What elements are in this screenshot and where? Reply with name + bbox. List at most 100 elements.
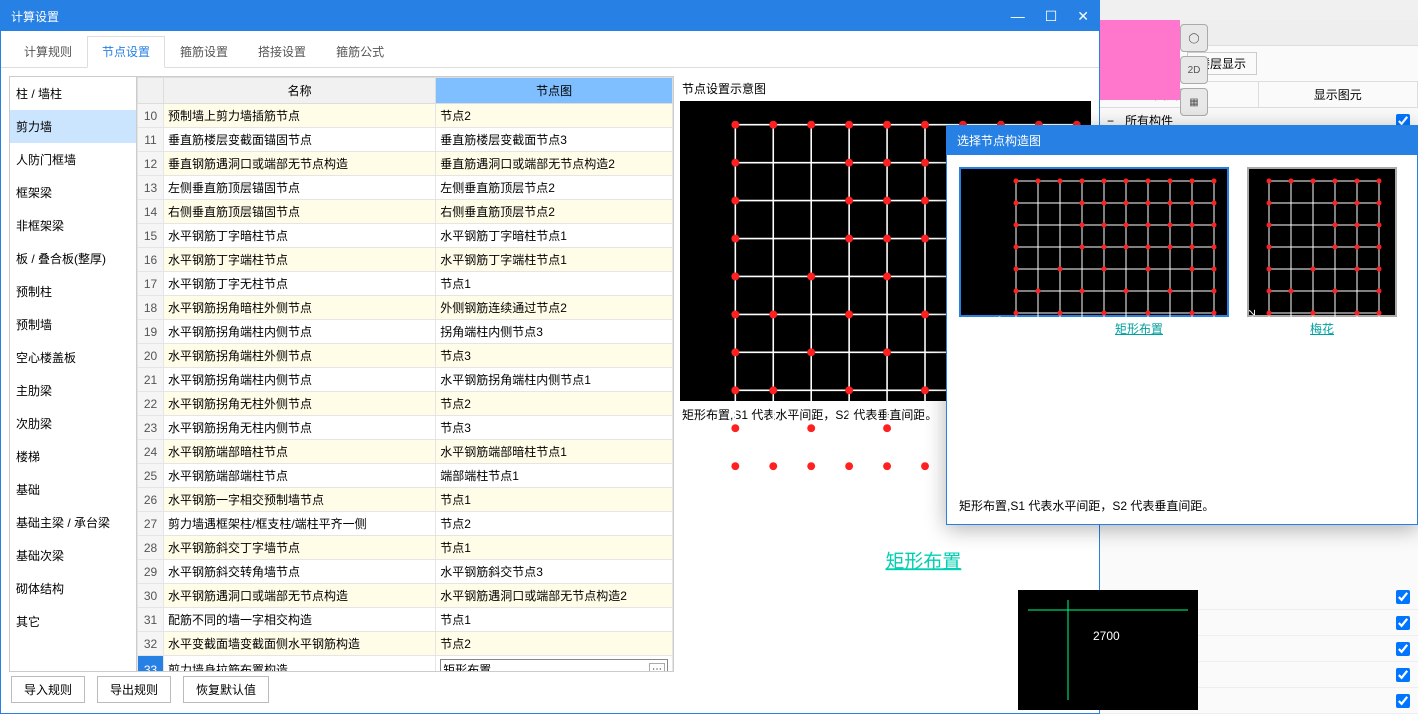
sidebar-item-1[interactable]: 剪力墙 <box>10 110 136 143</box>
row-node[interactable]: 水平钢筋斜交节点3 <box>436 560 673 584</box>
sidebar-item-14[interactable]: 基础次梁 <box>10 539 136 572</box>
minimize-icon[interactable]: — <box>1011 8 1025 25</box>
row-node[interactable]: 节点1 <box>436 608 673 632</box>
sidebar-item-16[interactable]: 其它 <box>10 605 136 638</box>
row-node[interactable]: 水平钢筋丁字暗柱节点1 <box>436 224 673 248</box>
row-name[interactable]: 左侧垂直筋顶层锚固节点 <box>164 176 436 200</box>
sidebar-item-2[interactable]: 人防门框墙 <box>10 143 136 176</box>
table-row[interactable]: 33剪力墙身拉筋布置构造矩形布置⋯ <box>138 656 673 673</box>
import-rule-button[interactable]: 导入规则 <box>11 676 85 703</box>
row-name[interactable]: 水平钢筋丁字端柱节点 <box>164 248 436 272</box>
row-node[interactable]: 节点2 <box>436 392 673 416</box>
restore-default-button[interactable]: 恢复默认值 <box>183 676 269 703</box>
row-name[interactable]: 水平钢筋斜交丁字墙节点 <box>164 536 436 560</box>
option-plum-layout[interactable]: S2S1 梅花 <box>1247 167 1397 337</box>
row-node[interactable]: 端部端柱节点1 <box>436 464 673 488</box>
table-row[interactable]: 27剪力墙遇框架柱/框支柱/端柱平齐一侧节点2 <box>138 512 673 536</box>
table-row[interactable]: 26水平钢筋一字相交预制墙节点节点1 <box>138 488 673 512</box>
row-node[interactable]: 水平钢筋遇洞口或端部无节点构造2 <box>436 584 673 608</box>
dialog-tab-0[interactable]: 计算规则 <box>9 36 87 67</box>
table-row[interactable]: 15水平钢筋丁字暗柱节点水平钢筋丁字暗柱节点1 <box>138 224 673 248</box>
sidebar-item-15[interactable]: 砌体结构 <box>10 572 136 605</box>
sidebar-item-10[interactable]: 次肋梁 <box>10 407 136 440</box>
sidebar-item-8[interactable]: 空心楼盖板 <box>10 341 136 374</box>
table-row[interactable]: 21水平钢筋拐角端柱内侧节点水平钢筋拐角端柱内侧节点1 <box>138 368 673 392</box>
row-name[interactable]: 水平钢筋拐角端柱外侧节点 <box>164 344 436 368</box>
dialog-tab-2[interactable]: 箍筋设置 <box>165 36 243 67</box>
table-row[interactable]: 22水平钢筋拐角无柱外侧节点节点2 <box>138 392 673 416</box>
dialog-tab-4[interactable]: 箍筋公式 <box>321 36 399 67</box>
row-node[interactable]: 拐角端柱内侧节点3 <box>436 320 673 344</box>
sidebar-item-0[interactable]: 柱 / 墙柱 <box>10 77 136 110</box>
maximize-icon[interactable]: ☐ <box>1045 8 1058 25</box>
row-node[interactable]: 节点1 <box>436 272 673 296</box>
sidebar-item-12[interactable]: 基础 <box>10 473 136 506</box>
row-name[interactable]: 水平钢筋拐角无柱外侧节点 <box>164 392 436 416</box>
row-name[interactable]: 水平钢筋遇洞口或端部无节点构造 <box>164 584 436 608</box>
row-name[interactable]: 水平钢筋一字相交预制墙节点 <box>164 488 436 512</box>
row-node[interactable]: 外侧钢筋连续通过节点2 <box>436 296 673 320</box>
table-row[interactable]: 31配筋不同的墙一字相交构造节点1 <box>138 608 673 632</box>
sidebar-item-7[interactable]: 预制墙 <box>10 308 136 341</box>
row-name[interactable]: 水平钢筋斜交转角墙节点 <box>164 560 436 584</box>
sidebar-item-6[interactable]: 预制柱 <box>10 275 136 308</box>
table-row[interactable]: 20水平钢筋拐角端柱外侧节点节点3 <box>138 344 673 368</box>
row-name[interactable]: 剪力墙遇框架柱/框支柱/端柱平齐一侧 <box>164 512 436 536</box>
sidebar-item-4[interactable]: 非框架梁 <box>10 209 136 242</box>
row-node[interactable]: 节点3 <box>436 344 673 368</box>
row-node[interactable]: 水平钢筋拐角端柱内侧节点1 <box>436 368 673 392</box>
row-name[interactable]: 水平钢筋端部暗柱节点 <box>164 440 436 464</box>
view-2d-button[interactable]: 2D <box>1180 56 1208 84</box>
row-node[interactable]: 垂直筋遇洞口或端部无节点构造2 <box>436 152 673 176</box>
row-name[interactable]: 预制墙上剪力墙插筋节点 <box>164 104 436 128</box>
row-name[interactable]: 水平钢筋拐角端柱内侧节点 <box>164 368 436 392</box>
orbit-icon[interactable]: ◯ <box>1180 24 1208 52</box>
row-node[interactable]: 水平钢筋丁字端柱节点1 <box>436 248 673 272</box>
row-node[interactable]: 节点2 <box>436 512 673 536</box>
row-name[interactable]: 水平钢筋丁字暗柱节点 <box>164 224 436 248</box>
row-name[interactable]: 水平钢筋丁字无柱节点 <box>164 272 436 296</box>
sidebar-item-9[interactable]: 主肋梁 <box>10 374 136 407</box>
table-row[interactable]: 12垂直钢筋遇洞口或端部无节点构造垂直筋遇洞口或端部无节点构造2 <box>138 152 673 176</box>
row-name[interactable]: 水平钢筋端部端柱节点 <box>164 464 436 488</box>
layer-checkbox[interactable] <box>1396 590 1410 604</box>
row-name[interactable]: 水平钢筋拐角无柱内侧节点 <box>164 416 436 440</box>
table-row[interactable]: 11垂直筋楼层变截面锚固节点垂直筋楼层变截面节点3 <box>138 128 673 152</box>
table-row[interactable]: 24水平钢筋端部暗柱节点水平钢筋端部暗柱节点1 <box>138 440 673 464</box>
table-row[interactable]: 17水平钢筋丁字无柱节点节点1 <box>138 272 673 296</box>
option-rect-layout[interactable]: SS 矩形布置 <box>959 167 1229 337</box>
export-rule-button[interactable]: 导出规则 <box>97 676 171 703</box>
row-node[interactable]: 水平钢筋端部暗柱节点1 <box>436 440 673 464</box>
row-name[interactable]: 水平钢筋拐角暗柱外侧节点 <box>164 296 436 320</box>
table-row[interactable]: 32水平变截面墙变截面侧水平钢筋构造节点2 <box>138 632 673 656</box>
table-row[interactable]: 29水平钢筋斜交转角墙节点水平钢筋斜交节点3 <box>138 560 673 584</box>
cube-icon[interactable]: ▦ <box>1180 88 1208 116</box>
layer-checkbox[interactable] <box>1396 616 1410 630</box>
table-row[interactable]: 16水平钢筋丁字端柱节点水平钢筋丁字端柱节点1 <box>138 248 673 272</box>
row-node[interactable]: 节点2 <box>436 104 673 128</box>
row-node[interactable]: 右侧垂直筋顶层节点2 <box>436 200 673 224</box>
table-row[interactable]: 10预制墙上剪力墙插筋节点节点2 <box>138 104 673 128</box>
row-node[interactable]: 节点1 <box>436 536 673 560</box>
table-row[interactable]: 14右侧垂直筋顶层锚固节点右侧垂直筋顶层节点2 <box>138 200 673 224</box>
row-name[interactable]: 垂直钢筋遇洞口或端部无节点构造 <box>164 152 436 176</box>
row-node[interactable]: 矩形布置⋯ <box>436 656 673 673</box>
row-name[interactable]: 右侧垂直筋顶层锚固节点 <box>164 200 436 224</box>
table-row[interactable]: 19水平钢筋拐角端柱内侧节点拐角端柱内侧节点3 <box>138 320 673 344</box>
layer-checkbox[interactable] <box>1396 668 1410 682</box>
layer-checkbox[interactable] <box>1396 642 1410 656</box>
sidebar-item-3[interactable]: 框架梁 <box>10 176 136 209</box>
row-node[interactable]: 左侧垂直筋顶层节点2 <box>436 176 673 200</box>
row-node[interactable]: 节点2 <box>436 632 673 656</box>
row-name[interactable]: 配筋不同的墙一字相交构造 <box>164 608 436 632</box>
table-row[interactable]: 25水平钢筋端部端柱节点端部端柱节点1 <box>138 464 673 488</box>
table-row[interactable]: 23水平钢筋拐角无柱内侧节点节点3 <box>138 416 673 440</box>
layer-checkbox[interactable] <box>1396 694 1410 708</box>
row-node[interactable]: 节点3 <box>436 416 673 440</box>
sidebar-item-5[interactable]: 板 / 叠合板(整厚) <box>10 242 136 275</box>
row-name[interactable]: 剪力墙身拉筋布置构造 <box>164 656 436 673</box>
table-row[interactable]: 28水平钢筋斜交丁字墙节点节点1 <box>138 536 673 560</box>
sidebar-item-13[interactable]: 基础主梁 / 承台梁 <box>10 506 136 539</box>
dialog-tab-3[interactable]: 搭接设置 <box>243 36 321 67</box>
close-icon[interactable]: ✕ <box>1077 8 1089 25</box>
